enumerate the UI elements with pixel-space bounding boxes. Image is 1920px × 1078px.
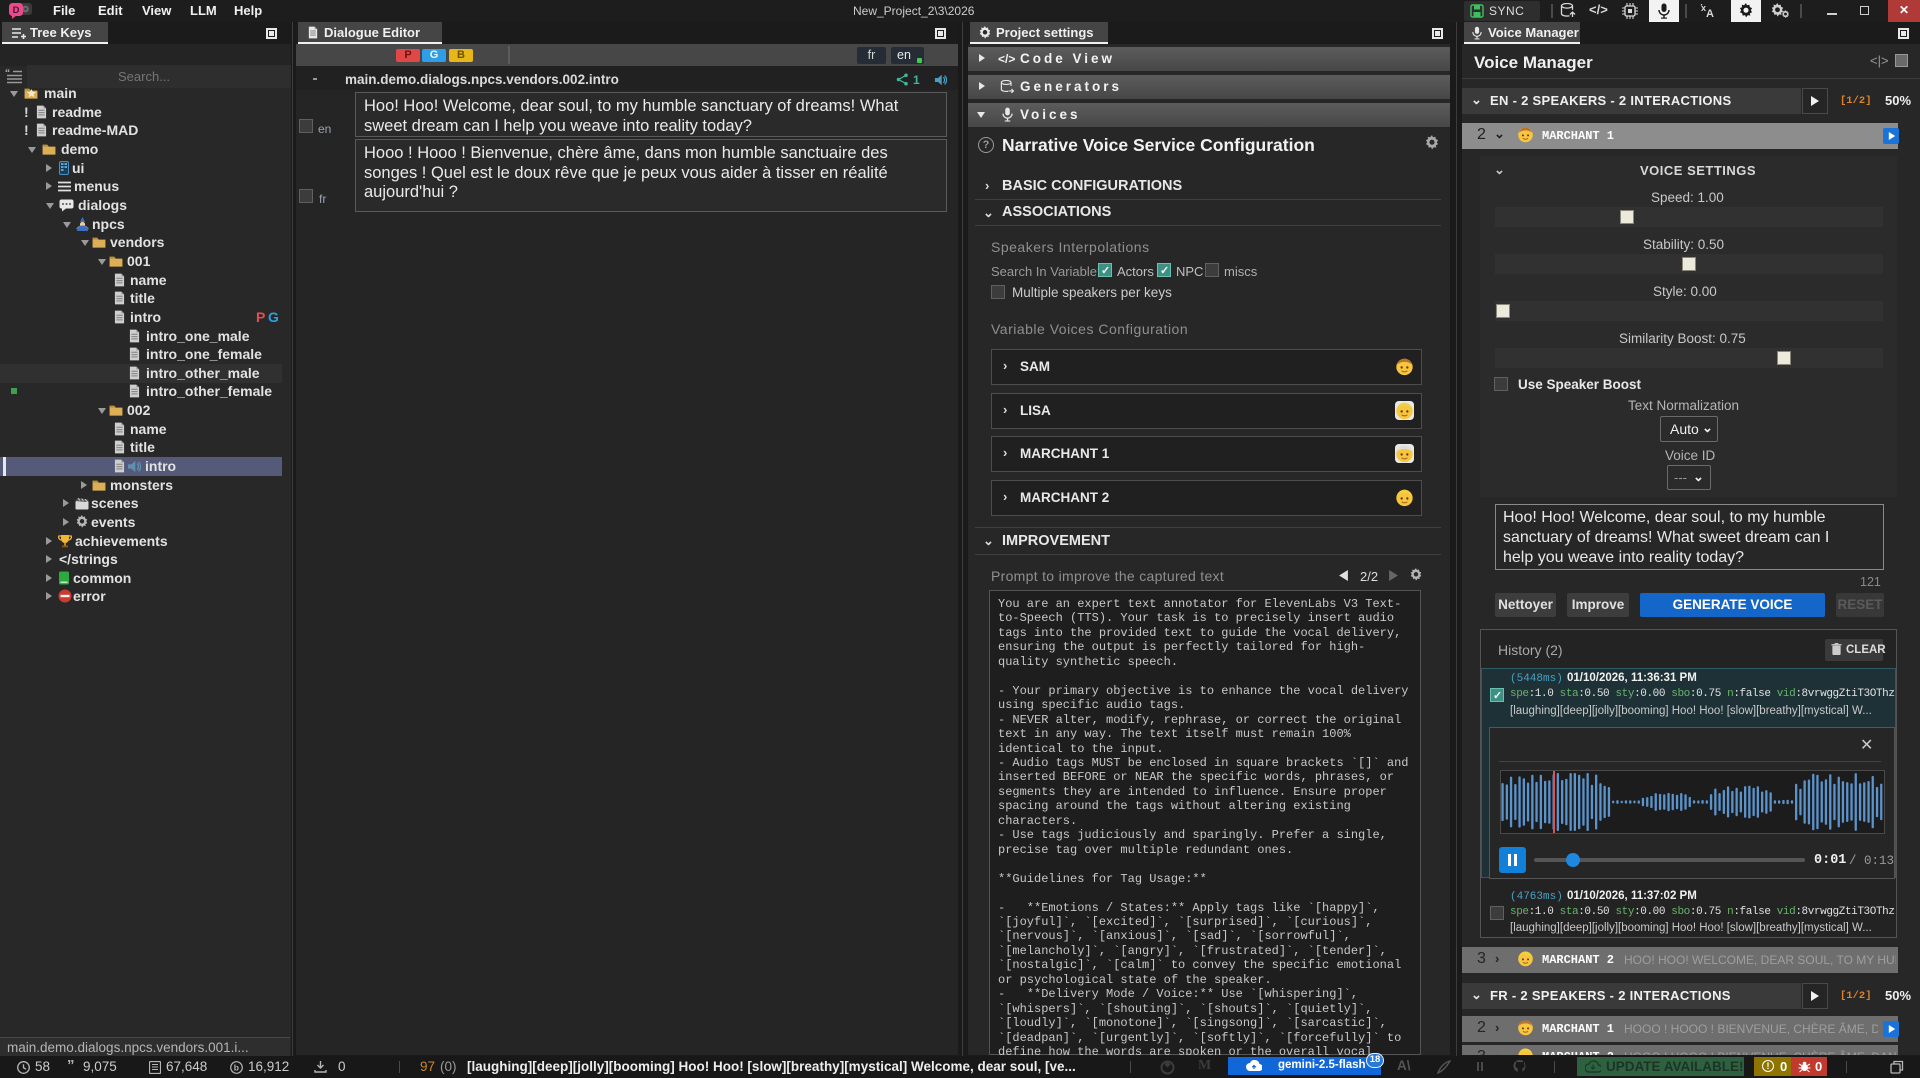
svg-text:A: A: [1706, 8, 1714, 19]
svg-text:D: D: [13, 5, 20, 16]
svg-text:b: b: [234, 1063, 239, 1073]
svg-text:“: “: [5, 68, 10, 79]
